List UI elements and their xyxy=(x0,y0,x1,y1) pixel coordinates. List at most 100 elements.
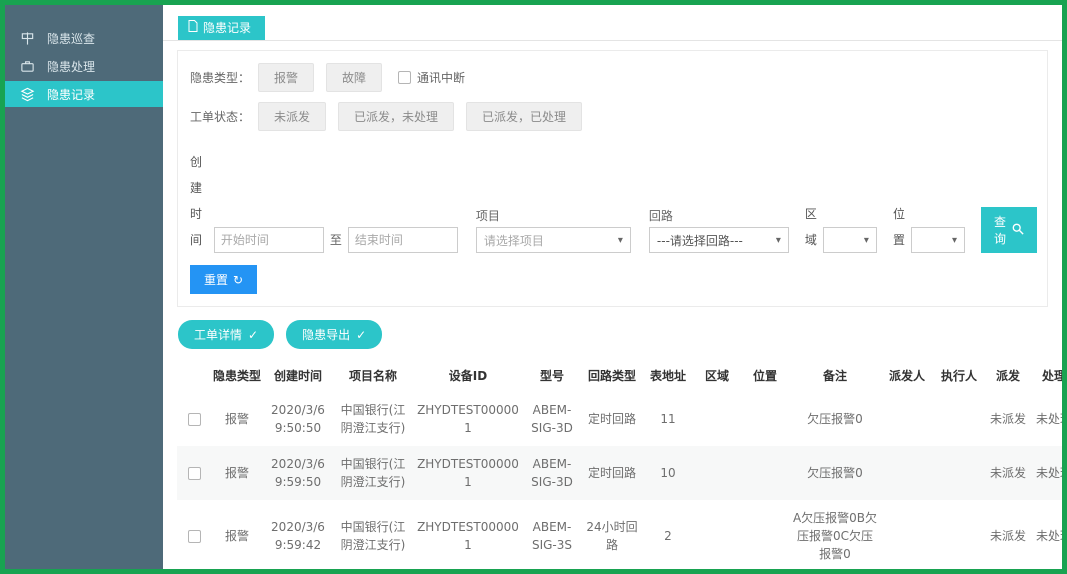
search-button[interactable]: 查询 xyxy=(981,207,1037,253)
circuit-select-group: 回路 ---请选择回路--- ▾ xyxy=(649,207,789,253)
status-dispatched-unhandled-button[interactable]: 已派发，未处理 xyxy=(338,102,454,131)
project-select[interactable]: 请选择项目 ▾ xyxy=(476,227,631,253)
row-select-cell xyxy=(177,500,211,569)
status-undispatched-button[interactable]: 未派发 xyxy=(258,102,326,131)
cell-dispatch-status: 未派发 xyxy=(985,446,1031,500)
briefcase-icon xyxy=(19,58,35,74)
sidebar-item-hazard-records[interactable]: 隐患记录 xyxy=(5,81,163,107)
hazard-export-button[interactable]: 隐患导出 ✓ xyxy=(286,320,382,349)
cell-created-time: 2020/3/6 9:59:50 xyxy=(263,446,333,500)
circuit-label: 回路 xyxy=(649,207,789,224)
app-window: 隐患巡查 隐患处理 隐患记录 隐患记录 xyxy=(0,0,1067,574)
time-project-filter-row: 创建时间 至 项目 请选择项目 ▾ 回路 ---请选择回路--- ▾ xyxy=(190,149,1037,253)
cell-circuit-type: 定时回路 xyxy=(581,392,643,446)
to-label: 至 xyxy=(330,227,342,253)
row-select-cell xyxy=(177,392,211,446)
project-select-group: 项目 请选择项目 ▾ xyxy=(476,207,631,253)
cell-created-time: 2020/3/6 9:59:42 xyxy=(263,500,333,569)
reset-button[interactable]: 重置 ↻ xyxy=(190,265,257,294)
cell-model: ABEM-SIG-3D xyxy=(523,446,581,500)
work-order-status-label: 工单状态： xyxy=(190,108,250,125)
check-icon: ✓ xyxy=(248,328,258,342)
project-label: 项目 xyxy=(476,207,631,224)
type-alarm-button[interactable]: 报警 xyxy=(258,63,314,92)
work-order-detail-button[interactable]: 工单详情 ✓ xyxy=(178,320,274,349)
records-table-wrap: 隐患类型 创建时间 项目名称 设备ID 型号 回路类型 表地址 区域 位置 备注… xyxy=(163,359,1062,569)
col-dispatch-status: 派发 xyxy=(985,359,1031,392)
cell-remark: A欠压报警0B欠压报警0C欠压报警0 xyxy=(789,500,881,569)
tab-hazard-records[interactable]: 隐患记录 xyxy=(178,16,265,40)
sidebar-item-label: 隐患记录 xyxy=(47,86,95,103)
signpost-icon xyxy=(19,30,35,46)
col-executor: 执行人 xyxy=(933,359,985,392)
col-dispatcher: 派发人 xyxy=(881,359,933,392)
cell-area xyxy=(693,500,741,569)
refresh-icon: ↻ xyxy=(233,273,243,287)
cell-project-name: 中国银行(江阴澄江支行) xyxy=(333,500,413,569)
cell-meter-address: 11 xyxy=(643,392,693,446)
cell-dispatch-status: 未派发 xyxy=(985,392,1031,446)
cell-project-name: 中国银行(江阴澄江支行) xyxy=(333,392,413,446)
circuit-select[interactable]: ---请选择回路--- ▾ xyxy=(649,227,789,253)
document-icon xyxy=(188,20,198,35)
table-body: 报警2020/3/6 9:50:50中国银行(江阴澄江支行)ZHYDTEST00… xyxy=(177,392,1062,569)
col-model: 型号 xyxy=(523,359,581,392)
cell-location xyxy=(741,392,789,446)
cell-hazard-type: 报警 xyxy=(211,392,263,446)
status-dispatched-handled-button[interactable]: 已派发，已处理 xyxy=(466,102,582,131)
reset-row: 重置 ↻ xyxy=(190,265,1037,294)
cell-remark: 欠压报警0 xyxy=(789,446,881,500)
comm-interrupt-checkbox[interactable] xyxy=(398,71,411,84)
cell-handle-status: 未处理 xyxy=(1031,500,1062,569)
table-row: 报警2020/3/6 9:59:42中国银行(江阴澄江支行)ZHYDTEST00… xyxy=(177,500,1062,569)
tab-bar: 隐患记录 xyxy=(163,5,1062,41)
layers-icon xyxy=(19,86,35,102)
hazard-type-label: 隐患类型： xyxy=(190,69,250,86)
table-row: 报警2020/3/6 9:59:50中国银行(江阴澄江支行)ZHYDTEST00… xyxy=(177,446,1062,500)
hazard-type-filter-row: 隐患类型： 报警 故障 通讯中断 xyxy=(190,63,1037,92)
col-location: 位置 xyxy=(741,359,789,392)
work-order-status-row: 工单状态： 未派发 已派发，未处理 已派发，已处理 xyxy=(190,102,1037,131)
tab-label: 隐患记录 xyxy=(203,19,251,36)
cell-device-id: ZHYDTEST000001 xyxy=(413,446,523,500)
cell-hazard-type: 报警 xyxy=(211,500,263,569)
area-select[interactable]: ▾ xyxy=(823,227,877,253)
cell-dispatcher xyxy=(881,500,933,569)
chevron-down-icon: ▾ xyxy=(952,235,957,246)
col-hazard-type: 隐患类型 xyxy=(211,359,263,392)
table-row: 报警2020/3/6 9:50:50中国银行(江阴澄江支行)ZHYDTEST00… xyxy=(177,392,1062,446)
col-area: 区域 xyxy=(693,359,741,392)
row-checkbox[interactable] xyxy=(188,467,201,480)
filter-panel: 隐患类型： 报警 故障 通讯中断 工单状态： 未派发 已派发，未处理 已派发，已… xyxy=(177,50,1048,307)
cell-circuit-type: 定时回路 xyxy=(581,446,643,500)
type-fault-button[interactable]: 故障 xyxy=(326,63,382,92)
col-handle-status: 处理 xyxy=(1031,359,1062,392)
sidebar-item-hazard-handling[interactable]: 隐患处理 xyxy=(5,53,163,79)
col-meter-address: 表地址 xyxy=(643,359,693,392)
main-content: 隐患记录 隐患类型： 报警 故障 通讯中断 工单状态： 未派发 已派发，未处理 … xyxy=(163,5,1062,569)
sidebar-item-label: 隐患处理 xyxy=(47,58,95,75)
create-time-label: 创建时间 xyxy=(190,149,208,253)
cell-device-id: ZHYDTEST000001 xyxy=(413,392,523,446)
location-select[interactable]: ▾ xyxy=(911,227,965,253)
end-time-input[interactable] xyxy=(348,227,458,253)
row-checkbox[interactable] xyxy=(188,413,201,426)
cell-device-id: ZHYDTEST000001 xyxy=(413,500,523,569)
cell-model: ABEM-SIG-3S xyxy=(523,500,581,569)
col-project-name: 项目名称 xyxy=(333,359,413,392)
cell-meter-address: 2 xyxy=(643,500,693,569)
cell-remark: 欠压报警0 xyxy=(789,392,881,446)
cell-dispatch-status: 未派发 xyxy=(985,500,1031,569)
action-button-row: 工单详情 ✓ 隐患导出 ✓ xyxy=(163,307,1062,359)
location-label: 位置 xyxy=(893,201,905,253)
start-time-input[interactable] xyxy=(214,227,324,253)
chevron-down-icon: ▾ xyxy=(864,235,869,246)
cell-dispatcher xyxy=(881,392,933,446)
cell-created-time: 2020/3/6 9:50:50 xyxy=(263,392,333,446)
sidebar-item-hazard-inspection[interactable]: 隐患巡查 xyxy=(5,25,163,51)
cell-meter-address: 10 xyxy=(643,446,693,500)
row-checkbox[interactable] xyxy=(188,530,201,543)
table-header-row: 隐患类型 创建时间 项目名称 设备ID 型号 回路类型 表地址 区域 位置 备注… xyxy=(177,359,1062,392)
cell-location xyxy=(741,500,789,569)
cell-location xyxy=(741,446,789,500)
